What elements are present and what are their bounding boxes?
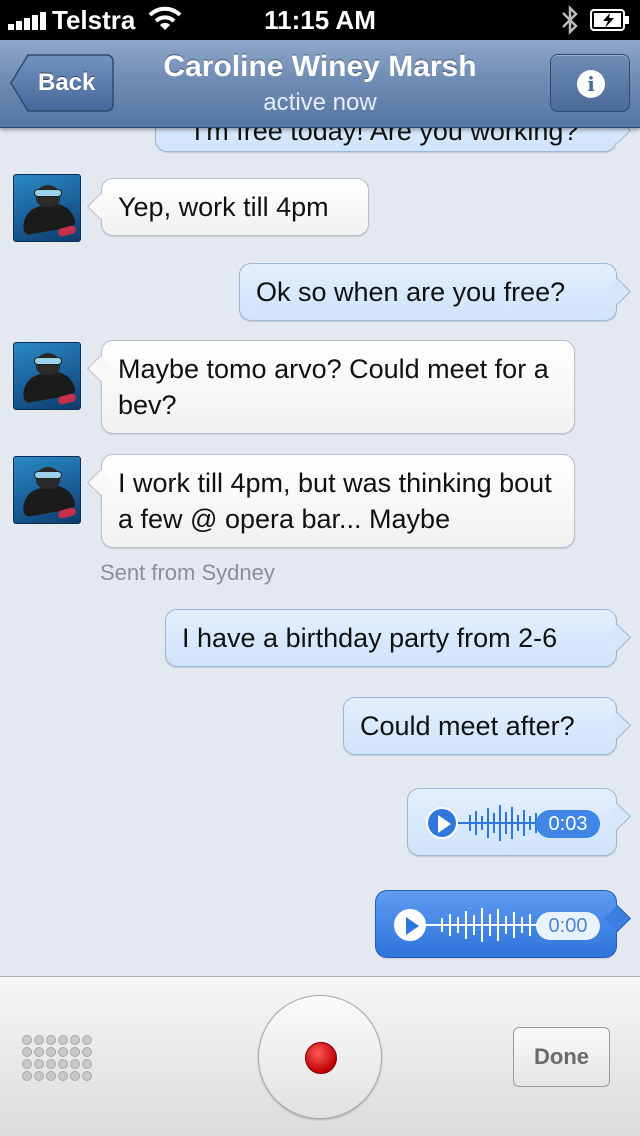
presence-status: active now — [263, 89, 377, 116]
contact-avatar[interactable] — [13, 342, 81, 410]
message-text: I have a birthday party from 2-6 — [182, 623, 558, 653]
voice-message[interactable]: 0:03 — [407, 788, 617, 856]
message-list[interactable]: I'm free today! Are you working? Yep, wo… — [0, 128, 640, 976]
battery-icon — [590, 9, 629, 31]
contact-avatar[interactable] — [13, 174, 81, 242]
message-bubble-outgoing[interactable]: Could meet after? — [343, 697, 617, 755]
message-bubble-outgoing[interactable]: I have a birthday party from 2-6 — [165, 609, 617, 667]
info-button[interactable]: i — [550, 54, 630, 112]
message-text: I work till 4pm, but was thinking bout a… — [118, 468, 552, 534]
message-text: Could meet after? — [360, 711, 575, 741]
record-icon — [305, 1042, 337, 1074]
info-icon: i — [577, 70, 605, 98]
back-button-label: Back — [38, 69, 96, 96]
message-text: Yep, work till 4pm — [118, 192, 329, 222]
voice-duration: 0:00 — [536, 912, 600, 940]
message-text: Maybe tomo arvo? Could meet for a bev? — [118, 354, 549, 420]
voice-message-recording[interactable]: 0:00 — [375, 890, 617, 958]
message-bubble-incoming[interactable]: Yep, work till 4pm — [101, 178, 369, 236]
navigation-bar: Back Caroline Winey Marsh active now i — [0, 40, 640, 128]
contact-avatar[interactable] — [13, 456, 81, 524]
play-icon[interactable] — [426, 807, 458, 839]
status-time: 11:15 AM — [264, 5, 376, 35]
message-text: I'm free today! Are you working? — [193, 128, 579, 146]
voice-record-toolbar: Done — [0, 976, 640, 1136]
waveform-icon — [458, 805, 546, 841]
play-icon[interactable] — [394, 909, 426, 941]
back-button[interactable]: Back — [10, 54, 114, 112]
sent-location-label: Sent from Sydney — [100, 560, 275, 585]
message-bubble-outgoing[interactable]: I'm free today! Are you working? — [155, 128, 617, 152]
keypad-icon[interactable] — [22, 1035, 94, 1081]
message-bubble-incoming[interactable]: Maybe tomo arvo? Could meet for a bev? — [101, 340, 575, 434]
waveform-icon — [426, 908, 544, 942]
status-bar: Telstra 11:15 AM — [0, 0, 640, 40]
contact-name: Caroline Winey Marsh — [163, 50, 477, 83]
message-bubble-incoming[interactable]: I work till 4pm, but was thinking bout a… — [101, 454, 575, 548]
bluetooth-icon — [562, 4, 578, 36]
record-button[interactable] — [258, 995, 382, 1119]
message-bubble-outgoing[interactable]: Ok so when are you free? — [239, 263, 617, 321]
voice-duration: 0:03 — [536, 810, 600, 838]
message-text: Ok so when are you free? — [256, 277, 566, 307]
done-button[interactable]: Done — [513, 1027, 610, 1087]
